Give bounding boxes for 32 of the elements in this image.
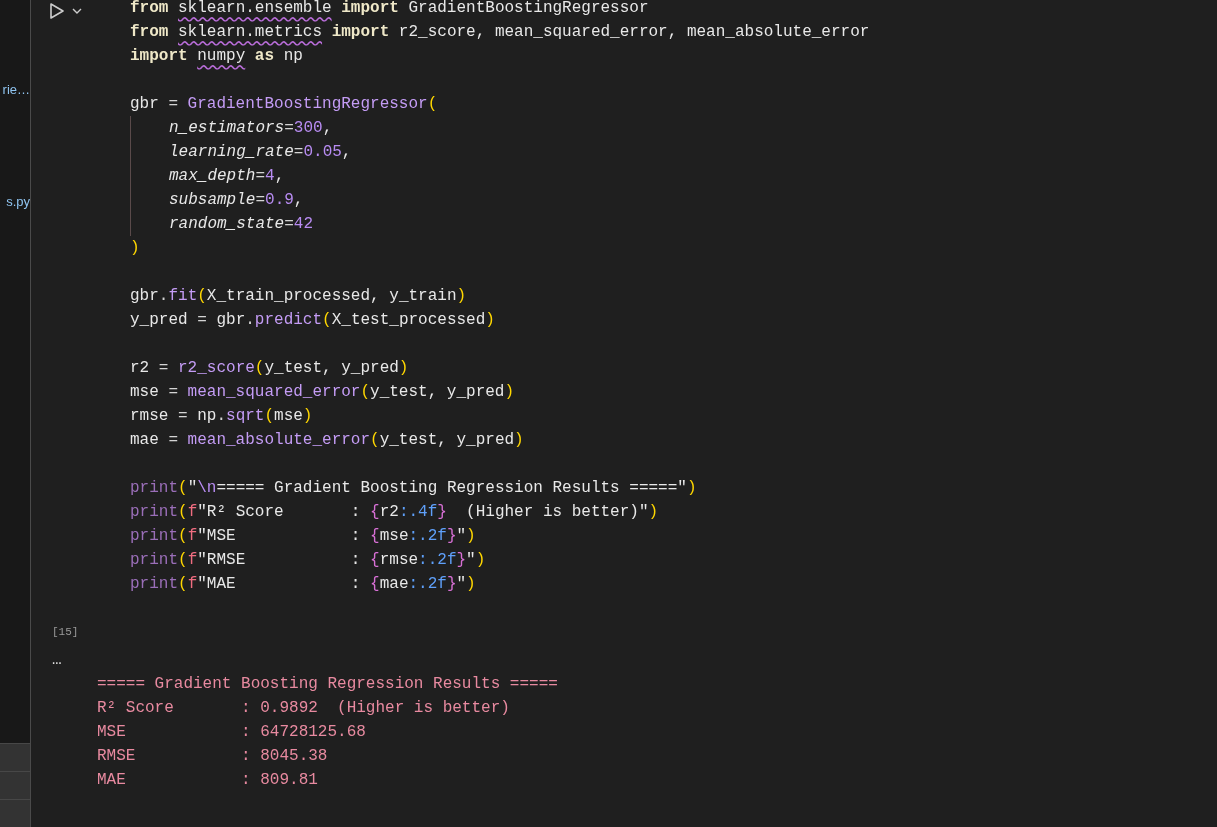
- output-menu-button[interactable]: …: [52, 651, 62, 669]
- code-line: from sklearn.metrics import r2_score, mean_squared_error, mean_absolute_error: [130, 22, 870, 43]
- code-line: mae = mean_absolute_error(y_test, y_pred): [130, 430, 525, 451]
- run-icon[interactable]: [48, 2, 66, 20]
- output-line: MSE : 64728125.68: [97, 722, 367, 743]
- output-line: RMSE : 8045.38: [97, 746, 329, 767]
- output-line: ===== Gradient Boosting Regression Results =====: [97, 674, 559, 695]
- chevron-down-icon[interactable]: [72, 8, 82, 15]
- output-line: MAE : 809.81: [97, 770, 319, 791]
- code-line: subsample=0.9,: [130, 188, 870, 212]
- code-line: gbr.fit(X_train_processed, y_train): [130, 286, 468, 307]
- code-line: gbr = GradientBoostingRegressor(: [130, 94, 439, 115]
- code-line: y_pred = gbr.predict(X_test_processed): [130, 310, 496, 331]
- code-line: import numpy as np: [130, 46, 304, 67]
- execution-count: [15]: [52, 626, 79, 638]
- code-line: print(f"RMSE : {rmse:.2f}"): [130, 550, 487, 571]
- code-line: print(f"MAE : {mae:.2f}"): [130, 574, 477, 595]
- sidebar-item[interactable]: s.py: [6, 192, 30, 212]
- code-line: mse = mean_squared_error(y_test, y_pred): [130, 382, 516, 403]
- output-line: R² Score : 0.9892 (Higher is better): [97, 698, 511, 719]
- code-line: print(f"MSE : {mse:.2f}"): [130, 526, 477, 547]
- code-line: print(f"R² Score : {r2:.4f} (Higher is better)"): [130, 502, 660, 523]
- code-line: print("\n===== Gradient Boosting Regression Results ====="): [130, 478, 698, 499]
- code-line: learning_rate=0.05,: [130, 140, 870, 164]
- code-line: max_depth=4,: [130, 164, 870, 188]
- code-line: rmse = np.sqrt(mse): [130, 406, 314, 427]
- sidebar-item[interactable]: rie…: [2, 80, 30, 100]
- code-line: random_state=42: [130, 212, 870, 236]
- code-line: r2 = r2_score(y_test, y_pred): [130, 358, 410, 379]
- code-line: ): [130, 238, 141, 259]
- code-line: n_estimators=300,: [130, 116, 870, 140]
- code-line: from sklearn.ensemble import GradientBoostingRegressor: [130, 0, 650, 19]
